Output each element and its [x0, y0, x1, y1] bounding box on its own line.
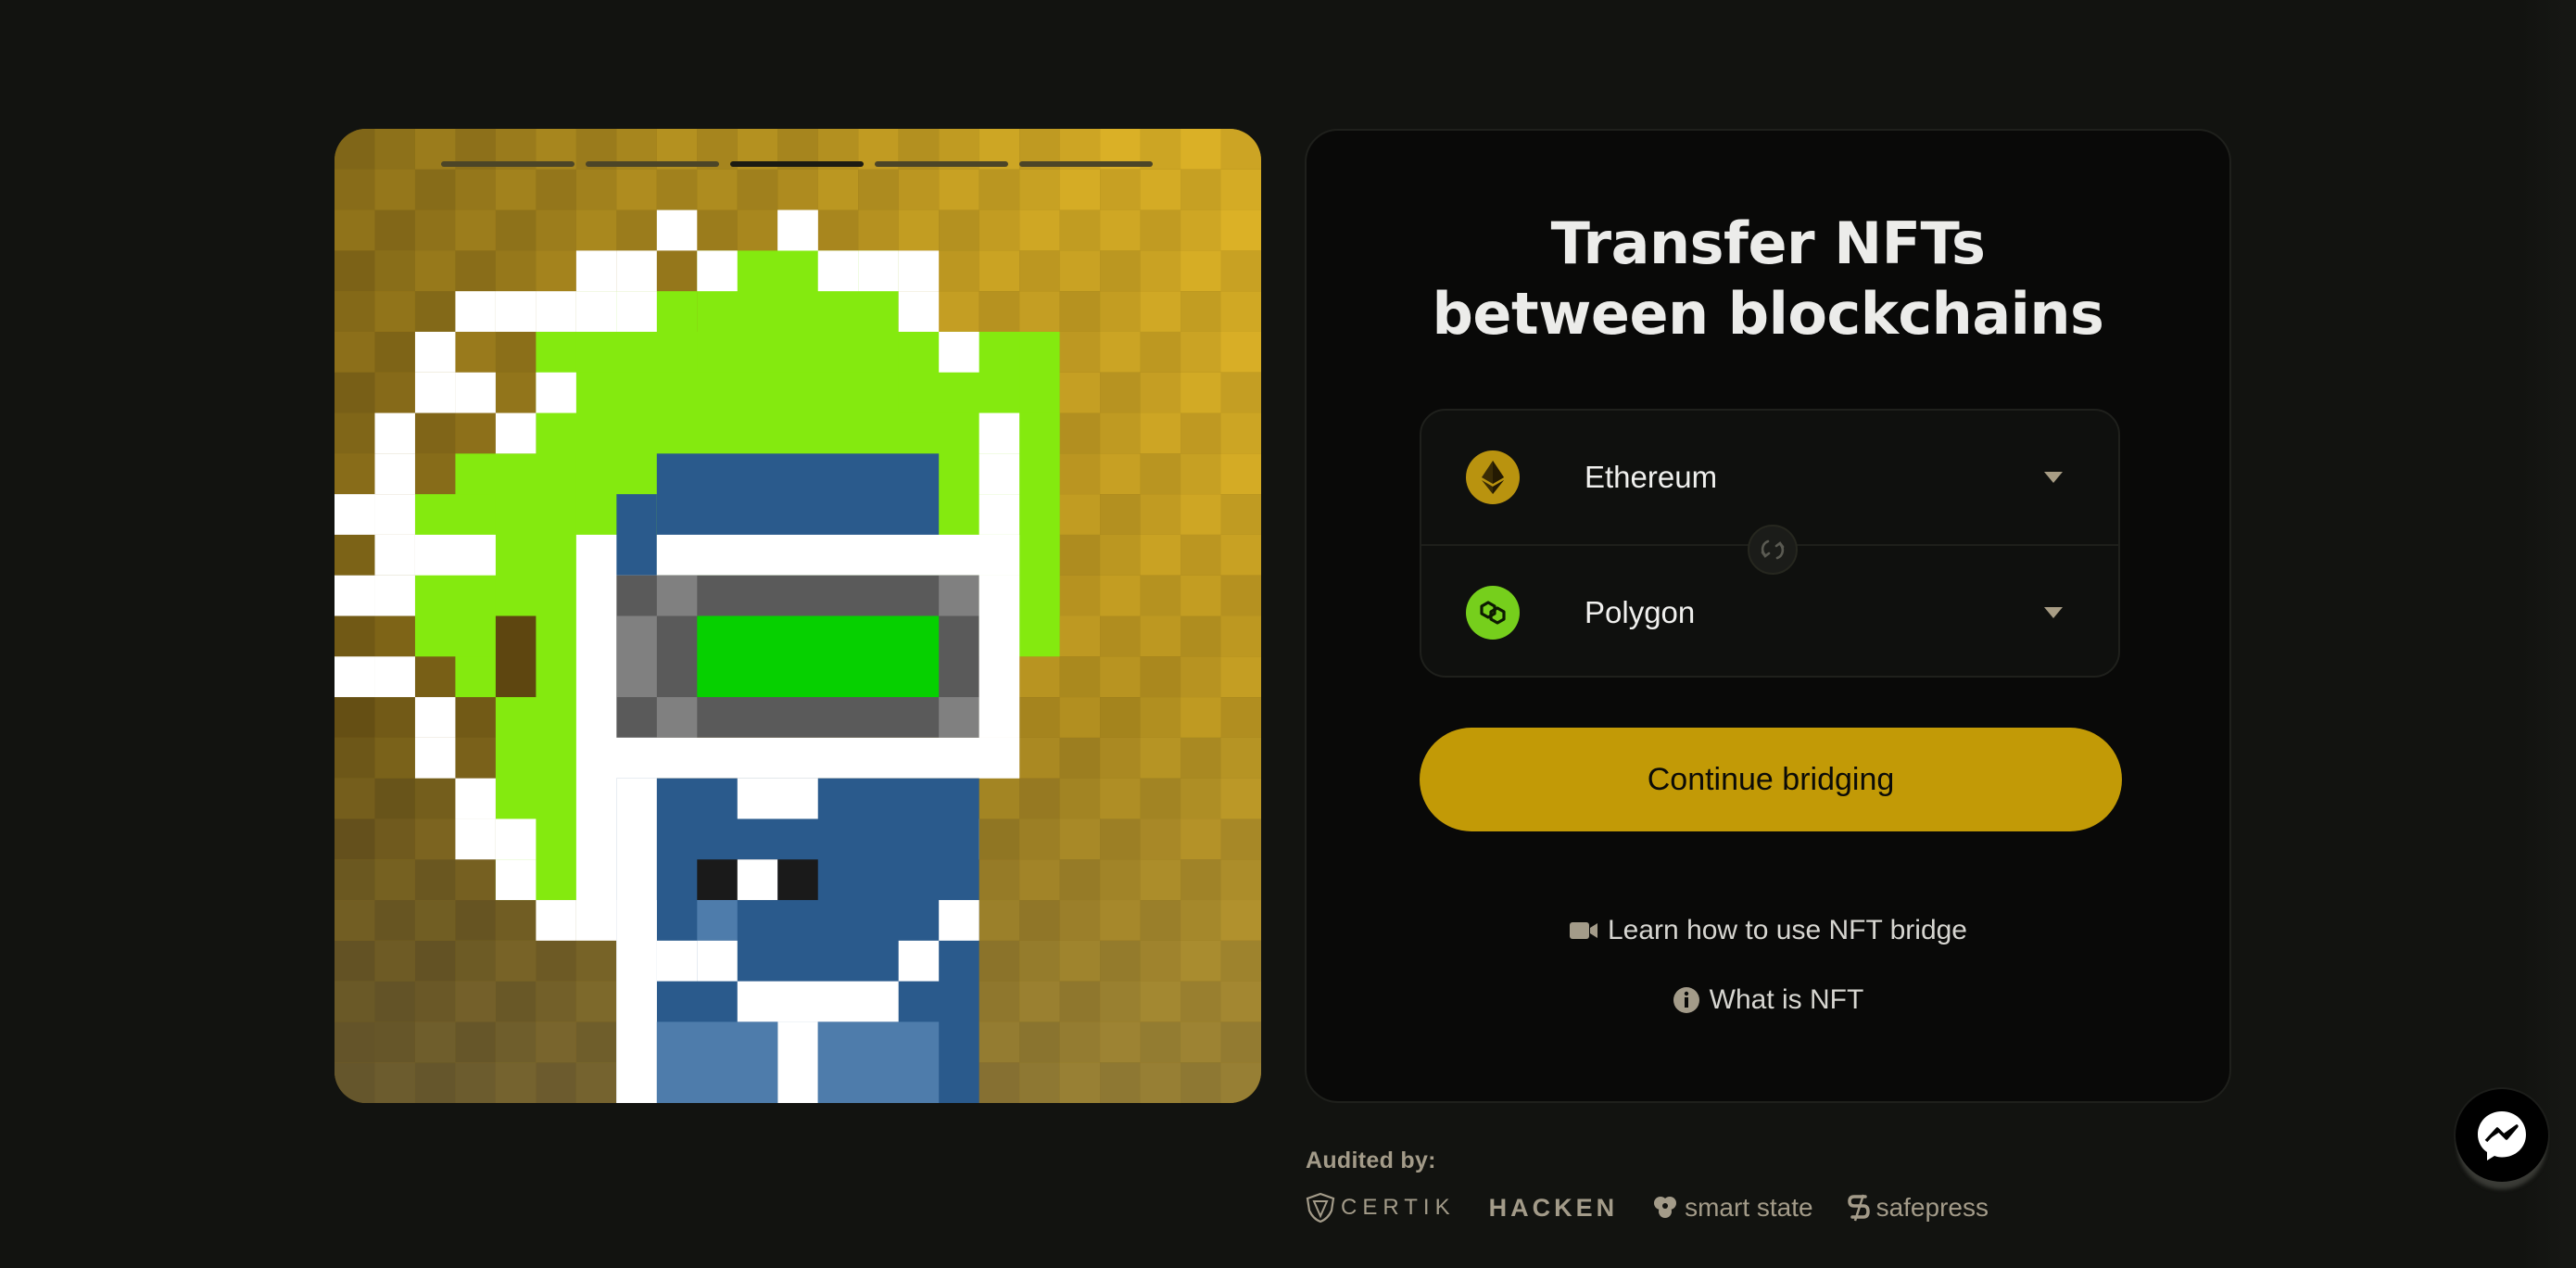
from-chain-name: Ethereum [1585, 460, 1718, 494]
audited-by-label: Audited by: [1306, 1148, 1436, 1173]
hacken-logo: HACKEN [1489, 1194, 1619, 1223]
safepress-icon [1847, 1194, 1870, 1222]
video-camera-icon [1570, 922, 1597, 939]
messenger-icon [2478, 1111, 2526, 1160]
swap-icon [1761, 539, 1785, 560]
smart-state-text: smart state [1685, 1193, 1813, 1222]
slide-indicator[interactable] [875, 161, 1008, 167]
certik-shield-icon [1306, 1192, 1335, 1224]
ethereum-icon [1466, 450, 1520, 504]
page-edge [2520, 0, 2576, 1268]
nft-pixel-art [335, 129, 1261, 1103]
continue-bridging-button[interactable]: Continue bridging [1420, 728, 2122, 831]
certik-text: CERTIK [1341, 1195, 1456, 1220]
auditor-logos: CERTIK HACKEN smart state safepress [1306, 1192, 2022, 1224]
slide-indicator[interactable] [441, 161, 575, 167]
to-chain-name: Polygon [1585, 595, 1696, 629]
bridge-panel: Transfer NFTs between blockchains Ethere… [1305, 129, 2231, 1103]
learn-nft-bridge-link[interactable]: Learn how to use NFT bridge [1307, 915, 2229, 946]
slide-indicator-active[interactable] [730, 161, 864, 167]
safepress-logo: safepress [1847, 1193, 1989, 1223]
title-line-2: between blockchains [1432, 280, 2104, 348]
swap-chains-button[interactable] [1748, 525, 1798, 575]
slide-indicator[interactable] [1019, 161, 1153, 167]
chevron-down-icon [2044, 472, 2063, 483]
chain-selector: Ethereum Polygon [1420, 409, 2120, 678]
slideshow-progress [441, 161, 1153, 167]
what-is-nft-link[interactable]: What is NFT [1307, 984, 2229, 1016]
slide-indicator[interactable] [586, 161, 719, 167]
title-line-1: Transfer NFTs [1550, 209, 1986, 277]
learn-link-label: Learn how to use NFT bridge [1608, 915, 1967, 945]
what-is-nft-label: What is NFT [1709, 984, 1864, 1015]
messenger-chat-button[interactable] [2456, 1089, 2548, 1182]
polygon-icon [1466, 586, 1520, 640]
certik-logo: CERTIK [1306, 1192, 1456, 1224]
hacken-text: HACKEN [1488, 1193, 1619, 1222]
nft-artwork [335, 129, 1261, 1103]
chevron-down-icon [2044, 607, 2063, 618]
safepress-text: safepress [1875, 1193, 1989, 1222]
info-icon [1673, 987, 1699, 1013]
page-title: Transfer NFTs between blockchains [1307, 209, 2229, 349]
smart-state-logo: smart state [1651, 1193, 1813, 1223]
smart-state-icon [1654, 1197, 1677, 1218]
